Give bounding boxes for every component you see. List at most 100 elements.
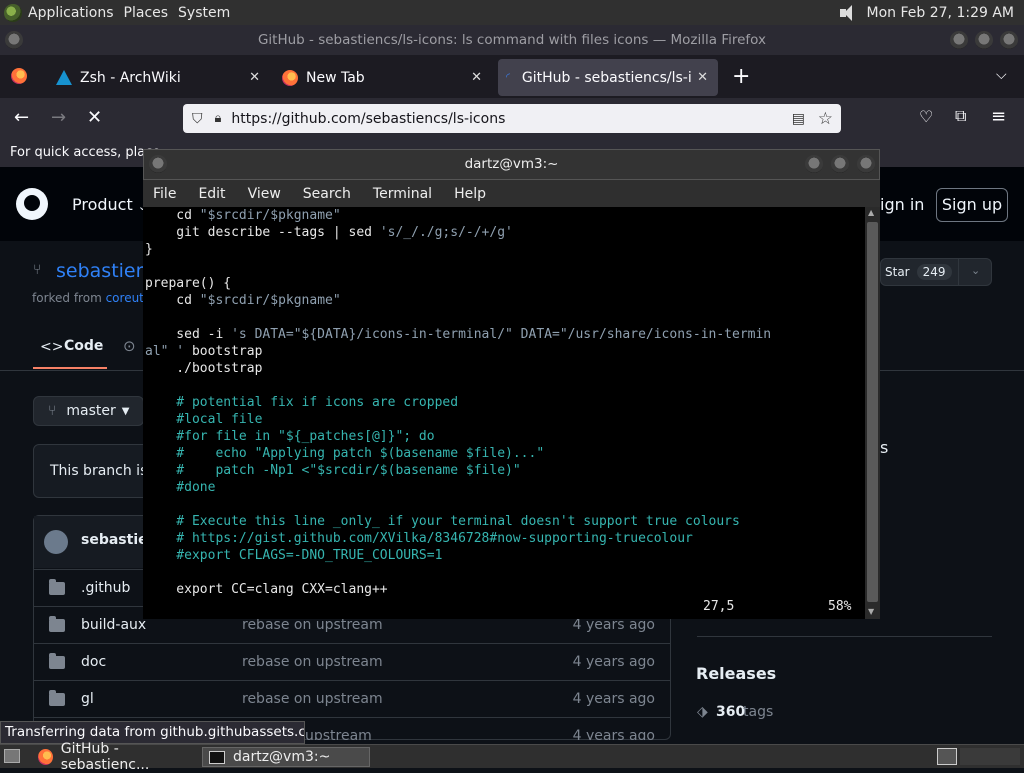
terminal-line: # echo "Applying patch $(basename $file)…: [145, 446, 545, 461]
close-window-icon[interactable]: [1000, 31, 1018, 49]
menu-edit[interactable]: Edit: [198, 186, 225, 202]
minimize-icon[interactable]: [805, 155, 823, 173]
menu-view[interactable]: View: [248, 186, 281, 202]
branch-notice-box: This branch is: [33, 444, 153, 498]
file-name[interactable]: doc: [81, 654, 106, 670]
url-text[interactable]: https://github.com/sebastiencs/ls-icons: [231, 111, 505, 127]
branch-select[interactable]: ⑂ master ▼: [33, 396, 144, 426]
repo-owner-link[interactable]: sebastien: [56, 260, 148, 282]
firefox-view-icon[interactable]: [11, 68, 27, 84]
tab-archwiki[interactable]: Zsh - ArchWiki ✕: [48, 59, 270, 96]
terminal-line: al" ' bootstrap: [145, 344, 263, 359]
taskbar-item-terminal[interactable]: dartz@vm3:~: [202, 747, 370, 767]
pocket-icon[interactable]: ♡: [919, 107, 933, 126]
window-menu-icon[interactable]: [149, 155, 167, 173]
commit-message[interactable]: rebase on upstream: [242, 691, 383, 707]
issues-icon[interactable]: ⊙: [123, 337, 136, 355]
new-tab-icon[interactable]: +: [732, 64, 750, 89]
tab-label: GitHub - sebastiencs/ls-icon: [521, 69, 692, 86]
tags-label[interactable]: tags: [743, 704, 773, 720]
close-window-icon[interactable]: [857, 155, 875, 173]
scroll-percent: 58%: [828, 599, 852, 614]
code-tab-underline: [33, 367, 107, 369]
branch-icon: ⑂: [48, 403, 57, 419]
menu-help[interactable]: Help: [454, 186, 486, 202]
terminal-line: export CC=clang CXX=clang++: [145, 582, 388, 597]
commit-age: 4 years ago: [572, 617, 655, 633]
app-menu-icon[interactable]: ≡: [991, 106, 1006, 127]
window-menu-icon[interactable]: [5, 31, 23, 49]
sign-up-button[interactable]: Sign up: [936, 188, 1008, 222]
workspace-1-icon[interactable]: [937, 748, 957, 765]
stop-loading-icon[interactable]: ✕: [87, 107, 102, 128]
close-tab-icon[interactable]: ✕: [697, 70, 708, 85]
product-menu[interactable]: Product ⌄: [72, 195, 147, 214]
terminal-line: # https://gist.github.com/XVilka/8346728…: [145, 531, 693, 546]
commit-message[interactable]: rebase on upstream: [242, 654, 383, 670]
folder-icon: [49, 579, 65, 595]
table-row[interactable]: doc rebase on upstream 4 years ago: [33, 643, 671, 680]
tags-count[interactable]: 360: [716, 704, 745, 720]
terminal-titlebar[interactable]: dartz@vm3:~: [143, 149, 880, 180]
terminal-output[interactable]: cd "$srcdir/$pkgname" git describe --tag…: [143, 207, 865, 619]
close-tab-icon[interactable]: ✕: [471, 70, 482, 85]
about-partial-text: s: [880, 438, 889, 457]
cursor-position: 27,5: [703, 599, 735, 614]
forward-icon[interactable]: →: [51, 107, 66, 128]
table-row[interactable]: gl rebase on upstream 4 years ago: [33, 680, 671, 717]
distro-logo-icon[interactable]: [4, 3, 22, 22]
github-logo-icon[interactable]: [16, 188, 48, 220]
releases-heading[interactable]: Releases: [696, 664, 776, 683]
applications-menu[interactable]: Applications: [28, 5, 114, 21]
system-menu[interactable]: System: [178, 5, 230, 21]
back-icon[interactable]: ←: [14, 107, 29, 128]
file-name[interactable]: gl: [81, 691, 94, 707]
firefox-icon: [38, 749, 53, 765]
terminal-line: # Execute this line _only_ if your termi…: [145, 514, 740, 529]
url-bar[interactable]: ⛉ 🔒︎ https://github.com/sebastiencs/ls-i…: [183, 104, 841, 133]
chevron-down-icon[interactable]: ⌄: [971, 264, 980, 277]
scroll-up-icon[interactable]: ▲: [868, 208, 874, 217]
file-name[interactable]: .github: [81, 580, 130, 596]
maximize-icon[interactable]: [975, 31, 993, 49]
scroll-down-icon[interactable]: ▼: [868, 607, 874, 616]
reader-view-icon[interactable]: ▤: [792, 111, 805, 127]
repo-fork-icon: ⑂: [33, 262, 42, 278]
menu-search[interactable]: Search: [303, 186, 351, 202]
terminal-line: # potential fix if icons are cropped: [145, 395, 459, 410]
commit-message[interactable]: rebase on upstream: [242, 617, 383, 633]
bookmark-star-icon[interactable]: ☆: [818, 109, 833, 129]
forked-from-text: forked from coreutils: [32, 291, 157, 305]
star-button[interactable]: Star 249 ⌄: [880, 258, 992, 286]
commit-message[interactable]: upstream: [305, 728, 372, 740]
sign-in-link[interactable]: ign in: [880, 195, 924, 214]
commit-age: 4 years ago: [572, 654, 655, 670]
terminal-menubar: File Edit View Search Terminal Help: [143, 180, 880, 207]
bottom-taskbar: GitHub - sebastienc... dartz@vm3:~: [0, 741, 1024, 773]
file-name[interactable]: build-aux: [81, 617, 146, 633]
show-desktop-icon[interactable]: [4, 749, 20, 763]
clock[interactable]: Mon Feb 27, 1:29 AM: [867, 5, 1014, 21]
extensions-icon[interactable]: ⧉: [955, 106, 966, 126]
terminal-scroll-thumb[interactable]: [867, 222, 878, 602]
list-all-tabs-icon[interactable]: ⌵: [996, 67, 1007, 83]
places-menu[interactable]: Places: [124, 5, 169, 21]
tab-new-tab[interactable]: New Tab ✕: [274, 59, 492, 96]
taskbar-item-firefox[interactable]: GitHub - sebastienc...: [32, 741, 200, 773]
workspace-switcher[interactable]: [960, 748, 1020, 765]
close-tab-icon[interactable]: ✕: [249, 70, 260, 85]
maximize-icon[interactable]: [831, 155, 849, 173]
menu-terminal[interactable]: Terminal: [373, 186, 432, 202]
tracking-protection-shield-icon[interactable]: ⛉: [192, 111, 203, 127]
minimize-icon[interactable]: [950, 31, 968, 49]
terminal-line: ./bootstrap: [145, 361, 263, 376]
tab-code[interactable]: Code: [64, 338, 103, 354]
avatar[interactable]: [44, 530, 68, 554]
lock-icon[interactable]: 🔒︎: [215, 111, 222, 126]
volume-icon[interactable]: [839, 4, 857, 21]
tab-github[interactable]: ◜ GitHub - sebastiencs/ls-icon ✕: [498, 59, 718, 96]
menu-file[interactable]: File: [153, 186, 176, 202]
